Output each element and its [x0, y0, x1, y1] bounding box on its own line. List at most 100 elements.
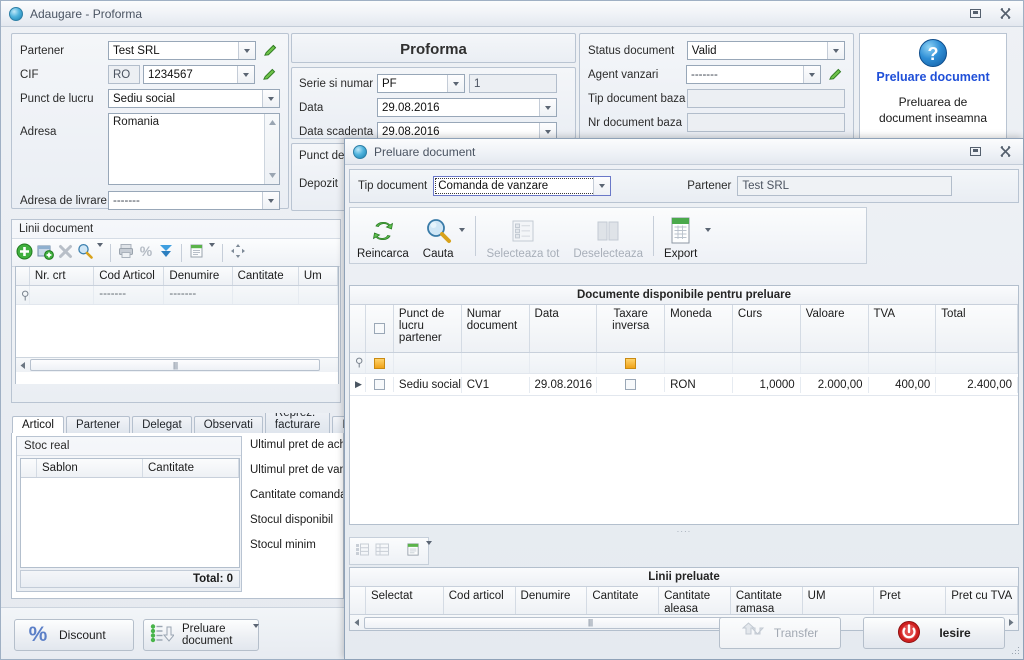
iesire-button[interactable]: Iesire: [863, 617, 1005, 649]
filter-numar-document[interactable]: [462, 353, 530, 373]
col-cantitate-stoc[interactable]: Cantitate: [143, 459, 239, 477]
filter-denumire[interactable]: -------: [164, 286, 233, 304]
add-from-icon[interactable]: [37, 243, 54, 263]
chevron-down-icon[interactable]: [237, 66, 254, 83]
available-col-numar-document[interactable]: Numar document: [462, 305, 530, 352]
adresa-vertical-scrollbar[interactable]: [264, 114, 279, 184]
filter-valoare[interactable]: [801, 353, 869, 373]
search-icon[interactable]: [77, 243, 93, 262]
available-col-select[interactable]: [366, 305, 394, 352]
reincarca-button[interactable]: Reincarca: [350, 208, 416, 263]
lines-grid-filter-row[interactable]: ⚲ ------- -------: [16, 286, 338, 305]
chevron-down-icon[interactable]: [262, 192, 279, 209]
filter-select-checkbox[interactable]: [373, 357, 385, 369]
filter-punct-lucru[interactable]: [394, 353, 462, 373]
splitter-handle[interactable]: ····: [349, 527, 1019, 536]
col-cod-articol[interactable]: Cod Articol: [94, 267, 165, 285]
table-row[interactable]: ▶ Sediu social CV1 29.08.2016 RON 1,0000…: [350, 374, 1019, 396]
available-col-data[interactable]: Data: [530, 305, 598, 352]
tab-reprez-facturare[interactable]: Reprez. facturare: [264, 413, 331, 434]
available-col-moneda[interactable]: Moneda: [665, 305, 733, 352]
report-dropdown-caret[interactable]: [426, 541, 432, 557]
restore-icon[interactable]: [965, 4, 985, 22]
col-denumire[interactable]: Denumire: [164, 267, 233, 285]
row-select-cell[interactable]: [366, 377, 394, 392]
collapse-icon[interactable]: [158, 243, 174, 262]
filter-moneda[interactable]: [665, 353, 733, 373]
restore-icon[interactable]: [965, 142, 985, 160]
move-icon[interactable]: [230, 243, 246, 262]
edit-cif-pencil-icon[interactable]: [259, 65, 279, 84]
report-icon[interactable]: [406, 542, 421, 560]
lines-grid-hscroll-thumb[interactable]: ||||: [30, 359, 320, 371]
chevron-down-icon[interactable]: [539, 123, 556, 138]
tab-articol[interactable]: Articol: [12, 416, 64, 434]
status-document-input[interactable]: Valid: [686, 41, 845, 60]
resize-grip[interactable]: [1008, 645, 1020, 657]
tab-delegat[interactable]: Delegat: [132, 416, 192, 434]
filter-nr-crt[interactable]: [30, 286, 95, 304]
filter-taxare-checkbox[interactable]: [625, 357, 637, 369]
data-scadenta-input[interactable]: 29.08.2016: [377, 122, 557, 138]
filter-cod-articol[interactable]: -------: [94, 286, 165, 304]
cauta-button[interactable]: Cauta: [416, 208, 473, 263]
edit-partener-pencil-icon[interactable]: [260, 41, 280, 60]
export-dropdown-caret[interactable]: [705, 228, 712, 244]
filter-pin-icon[interactable]: ⚲: [16, 286, 30, 304]
edit-agent-pencil-icon[interactable]: [825, 65, 845, 84]
select-all-checkbox[interactable]: [373, 323, 385, 334]
search-dropdown-caret[interactable]: [97, 242, 103, 259]
preluare-dropdown-caret[interactable]: [252, 624, 259, 642]
filter-data[interactable]: [530, 353, 598, 373]
agent-vanzari-input[interactable]: -------: [685, 65, 822, 84]
chevron-down-icon[interactable]: [539, 99, 556, 116]
filter-cantitate[interactable]: [233, 286, 299, 304]
tab-observati[interactable]: Observati: [193, 416, 263, 434]
scroll-down-icon[interactable]: [265, 169, 279, 182]
available-col-valoare[interactable]: Valoare: [801, 305, 869, 352]
filter-pin-icon[interactable]: ⚲: [350, 353, 366, 373]
chevron-down-icon[interactable]: [447, 75, 464, 92]
serie-input[interactable]: PF: [377, 74, 465, 93]
discount-button[interactable]: % Discount: [14, 619, 134, 651]
add-icon[interactable]: [16, 243, 33, 263]
punct-de-lucru-input[interactable]: Sediu social: [108, 89, 280, 108]
close-icon[interactable]: [995, 142, 1015, 160]
preluare-document-button[interactable]: Preluare document: [143, 619, 259, 651]
filter-curs[interactable]: [733, 353, 801, 373]
filter-um[interactable]: [299, 286, 338, 304]
cauta-dropdown-caret[interactable]: [459, 228, 466, 244]
scroll-up-icon[interactable]: [265, 116, 279, 129]
chevron-down-icon[interactable]: [827, 42, 844, 59]
available-grid-filter-row[interactable]: ⚲: [350, 353, 1019, 374]
tab-informatii[interactable]: In: [332, 416, 344, 434]
data-input[interactable]: 29.08.2016: [377, 98, 557, 117]
filter-select-cell[interactable]: [366, 353, 394, 373]
available-col-total[interactable]: Total: [936, 305, 1019, 352]
available-col-curs[interactable]: Curs: [733, 305, 801, 352]
available-col-tva[interactable]: TVA: [869, 305, 937, 352]
chevron-down-icon[interactable]: [262, 90, 279, 107]
adresa-textarea[interactable]: Romania: [108, 113, 280, 185]
close-icon[interactable]: [995, 4, 1015, 22]
available-col-punct-lucru-partener[interactable]: Punct de lucru partener: [394, 305, 462, 352]
chevron-down-icon[interactable]: [803, 66, 821, 83]
chevron-down-icon[interactable]: [593, 177, 611, 195]
row-select-checkbox[interactable]: [373, 379, 385, 390]
taxare-inversa-checkbox[interactable]: [625, 379, 637, 390]
report-dropdown-caret[interactable]: [209, 242, 215, 259]
adresa-de-livrare-input[interactable]: -------: [108, 191, 280, 210]
cif-prefix[interactable]: RO: [108, 65, 140, 84]
cell-taxare-inversa[interactable]: [597, 377, 666, 392]
chevron-down-icon[interactable]: [238, 42, 255, 59]
col-sablon[interactable]: Sablon: [37, 459, 143, 477]
tab-partener[interactable]: Partener: [65, 416, 131, 434]
col-um[interactable]: Um: [299, 267, 338, 285]
cif-input[interactable]: 1234567: [143, 65, 255, 84]
col-cantitate[interactable]: Cantitate: [233, 267, 299, 285]
scroll-left-icon[interactable]: [16, 359, 30, 372]
filter-total[interactable]: [936, 353, 1019, 373]
filter-tva[interactable]: [869, 353, 937, 373]
available-col-taxare-inversa[interactable]: Taxare inversa: [597, 305, 666, 352]
partener-input[interactable]: Test SRL: [108, 41, 256, 60]
